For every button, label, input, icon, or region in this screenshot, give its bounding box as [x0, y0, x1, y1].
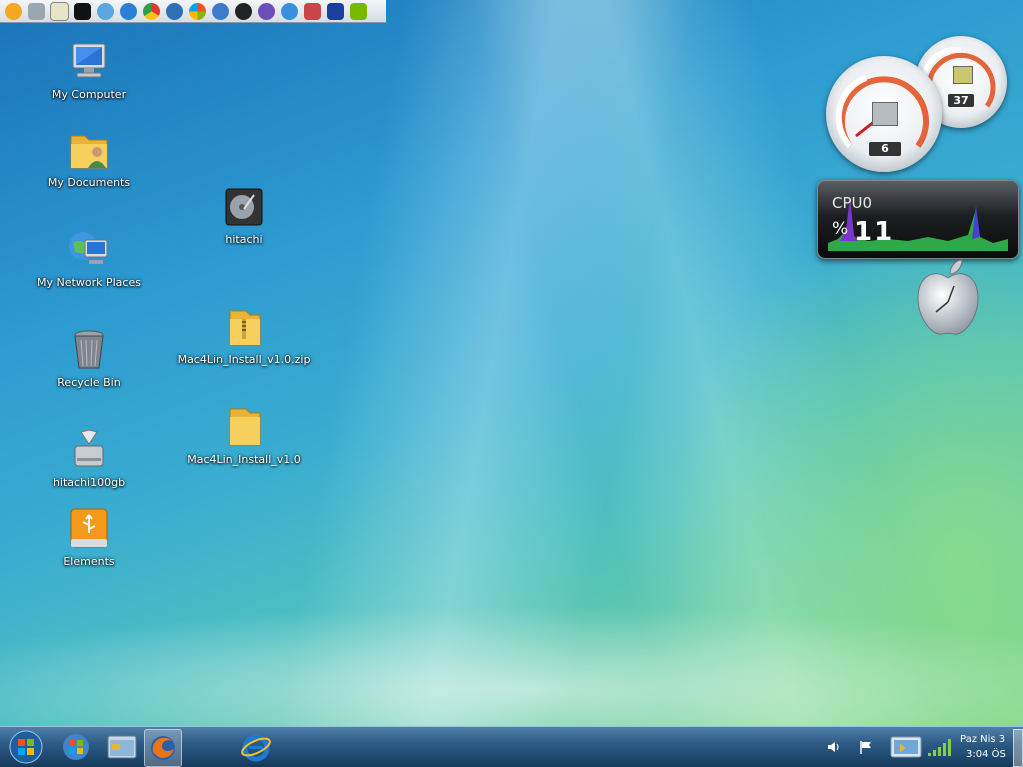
- flag-icon[interactable]: [858, 739, 874, 755]
- volume-icon[interactable]: [826, 739, 842, 755]
- desktop-icon-label: My Network Places: [37, 276, 141, 289]
- network-icon[interactable]: [94, 1, 116, 22]
- network-places-icon: [67, 228, 111, 272]
- cursor-icon[interactable]: [324, 1, 346, 22]
- desktop-icon-label: hitachi: [225, 233, 263, 246]
- taskbar: Paz Nis 3 3:04 ÖS: [0, 726, 1023, 767]
- explorer-icon: [107, 735, 137, 759]
- computer-icon: [67, 40, 111, 84]
- play-icon[interactable]: [278, 1, 300, 22]
- signal-icon[interactable]: [926, 737, 954, 757]
- desktop-icon-label: Elements: [63, 555, 115, 568]
- cpu-meter-widget[interactable]: CPU0 % 11: [817, 180, 1019, 259]
- desktop-icon-label: Mac4Lin_Install_v1.0.zip: [177, 353, 311, 366]
- apple-clock-icon: [917, 259, 979, 335]
- display-icon[interactable]: [890, 735, 922, 759]
- start-button[interactable]: [8, 729, 44, 765]
- cd-icon[interactable]: [2, 1, 24, 22]
- folder-icon: [222, 405, 266, 449]
- memory-gauge-value: 37: [948, 94, 974, 107]
- desktop-icon-hitachi100gb[interactable]: hitachi100gb: [34, 428, 144, 489]
- recycle-bin-icon: [67, 328, 111, 372]
- chrome-icon[interactable]: [140, 1, 162, 22]
- desktop-icon-label: My Documents: [47, 176, 131, 189]
- nvidia-icon[interactable]: [347, 1, 369, 22]
- desktop-icon-my-documents[interactable]: My Documents: [34, 128, 144, 189]
- seven-icon[interactable]: [232, 1, 254, 22]
- taskbar-firefox-button[interactable]: [144, 729, 182, 767]
- cpu-meter-value: 11: [854, 217, 895, 247]
- desktop-icon-recycle-bin[interactable]: Recycle Bin: [34, 328, 144, 389]
- archive-icon[interactable]: [301, 1, 323, 22]
- cpu-meter-title: CPU0: [832, 194, 873, 212]
- desktop-icon-mac4lin-zip[interactable]: Mac4Lin_Install_v1.0.zip: [178, 305, 310, 366]
- desktop-icon-mac4lin-folder[interactable]: Mac4Lin_Install_v1.0: [187, 405, 301, 466]
- windows-start-orb: [9, 730, 43, 764]
- desktop-icon-my-network-places[interactable]: My Network Places: [34, 228, 144, 289]
- cpu-meter-percent-symbol: %: [832, 219, 849, 239]
- quick-launch-bar: [0, 0, 386, 23]
- documents-folder-icon: [67, 128, 111, 172]
- desktop-icon-label: Recycle Bin: [57, 376, 121, 389]
- firefox-icon: [151, 736, 175, 760]
- desktop-icon-my-computer[interactable]: My Computer: [34, 40, 144, 101]
- show-desktop-button[interactable]: [1013, 729, 1023, 767]
- internet-explorer-icon[interactable]: [117, 1, 139, 22]
- hard-disk-icon: [222, 185, 266, 229]
- windows-icon: [63, 734, 89, 760]
- internet-explorer-icon: [241, 734, 271, 762]
- cpu-gauge-value: 6: [869, 142, 901, 156]
- desktop-icon-hitachi[interactable]: hitachi: [189, 185, 299, 246]
- windows-icon[interactable]: [186, 1, 208, 22]
- settings-icon[interactable]: [25, 1, 47, 22]
- zip-folder-icon: [222, 305, 266, 349]
- tray-time[interactable]: 3:04 ÖS: [966, 749, 1006, 760]
- apple-clock-gadget[interactable]: [914, 258, 982, 338]
- bird-icon[interactable]: [163, 1, 185, 22]
- terminal-icon[interactable]: [71, 1, 93, 22]
- taskbar-windows-button[interactable]: [58, 729, 94, 765]
- media-player-icon[interactable]: [255, 1, 277, 22]
- usb-drive-icon: [67, 507, 111, 551]
- tray-date[interactable]: Paz Nis 3: [960, 734, 1005, 745]
- desktop-icon-elements[interactable]: Elements: [34, 507, 144, 568]
- taskbar-explorer-button[interactable]: [104, 729, 140, 765]
- cpu-gauge[interactable]: 6: [826, 56, 942, 172]
- notepad-icon[interactable]: [48, 1, 70, 22]
- desktop-icon-label: Mac4Lin_Install_v1.0: [187, 453, 301, 466]
- desktop-icon-label: hitachi100gb: [52, 476, 126, 489]
- desktop-icon-label: My Computer: [51, 88, 127, 101]
- memory-chip-icon: [953, 66, 973, 84]
- taskbar-internet-explorer-button[interactable]: [238, 729, 274, 765]
- qb-icon[interactable]: [209, 1, 231, 22]
- drive-icon: [67, 428, 111, 472]
- processor-chip-icon: [872, 102, 898, 126]
